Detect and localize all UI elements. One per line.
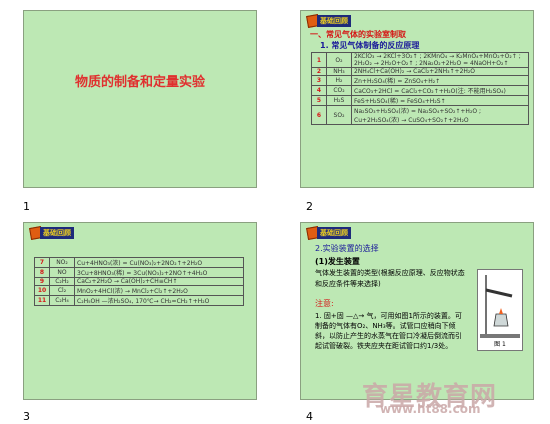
reaction-equation: 2KClO₃ → 2KCl+3O₂↑ ; 2KMnO₄ → K₂MnO₄+MnO… [351, 52, 529, 68]
badge-label: 基础回顾 [40, 227, 74, 239]
slide-2-subheading: 1. 常见气体制备的反应原理 [320, 41, 420, 50]
slide-2-heading: 一、常见气体的实验室制取 [310, 30, 406, 39]
table-row: 11 C₂H₄ C₂H₅OH —浓H₂SO₄, 170℃→ CH₂=CH₂↑+H₂O [34, 295, 244, 306]
apparatus-icon [480, 275, 520, 338]
row-index: 5 [311, 95, 327, 106]
gas-name: C₂H₄ [49, 295, 75, 306]
reaction-equation: FeS+H₂SO₄(稀) = FeSO₄+H₂S↑ [351, 95, 529, 106]
reaction-equation: 2NH₄Cl+Ca(OH)₂ → CaCl₂+2NH₃↑+2H₂O [351, 67, 529, 76]
gas-name: NO₂ [49, 257, 75, 268]
slide-1-thumbnail[interactable]: 物质的制备和定量实验 [23, 10, 257, 188]
row-index: 3 [311, 75, 327, 86]
row-index: 4 [311, 85, 327, 96]
slide-3-thumbnail[interactable]: 基础回顾 7 NO₂ Cu+4HNO₃(浓) = Cu(NO₃)₂+2NO₂↑+2H… [23, 222, 257, 400]
row-index: 10 [34, 285, 50, 296]
slide-4-number: 4 [306, 410, 313, 423]
table-row: 6 SO₂ Na₂SO₃+H₂SO₄(浓) = Na₂SO₄+SO₂↑+H₂O ; … [311, 105, 529, 125]
table-row: 1 O₂ 2KClO₃ → 2KCl+3O₂↑ ; 2KMnO₄ → K₂MnO₄+… [311, 52, 529, 68]
badge-label: 基础回顾 [317, 227, 351, 239]
slide-4-subheading: (1)发生装置 [315, 257, 360, 266]
gas-table-1: 1 O₂ 2KClO₃ → 2KCl+3O₂↑ ; 2KMnO₄ → K₂MnO₄+… [311, 52, 529, 125]
gas-name: C₂H₂ [49, 277, 75, 286]
gas-name: H₂S [326, 95, 352, 106]
gas-name: O₂ [326, 52, 352, 68]
slide-4-note: 注意: [315, 299, 334, 308]
reaction-equation: C₂H₅OH —浓H₂SO₄, 170℃→ CH₂=CH₂↑+H₂O [74, 295, 244, 306]
table-row: 5 H₂S FeS+H₂SO₄(稀) = FeSO₄+H₂S↑ [311, 95, 529, 106]
slide-4-heading: 2.实验装置的选择 [315, 244, 379, 253]
slide-2-thumbnail[interactable]: 基础回顾 一、常见气体的实验室制取 1. 常见气体制备的反应原理 1 O₂ 2KCl… [300, 10, 534, 188]
table-row: 8 NO 3Cu+8HNO₃(稀) = 3Cu(NO₃)₂+2NO↑+4H₂O [34, 267, 244, 278]
gas-name: Cl₂ [49, 285, 75, 296]
reaction-equation: Cu+4HNO₃(浓) = Cu(NO₃)₂+2NO₂↑+2H₂O [74, 257, 244, 268]
reaction-equation: CaCO₃+2HCl = CaCl₂+CO₂↑+H₂O(注: 不能用H₂SO₄) [351, 85, 529, 96]
figure-caption: 图 1 [494, 341, 506, 348]
slide-2-number: 2 [306, 200, 313, 213]
row-index: 9 [34, 277, 50, 286]
slide-1-number: 1 [23, 200, 30, 213]
slide-1-title: 物质的制备和定量实验 [74, 75, 205, 90]
slide-4-body: 1. 固+固 —△→ 气，可用如图1所示的装置。可制备的气体有O₂、NH₃等。试… [315, 312, 462, 350]
gas-name: SO₂ [326, 105, 352, 125]
watermark-url: www.ht88.com [380, 402, 481, 416]
row-index: 7 [34, 257, 50, 268]
slide-4-thumbnail[interactable]: 基础回顾 2.实验装置的选择 (1)发生装置 气体发生装置的类型(根据反应原理、… [300, 222, 534, 400]
row-index: 2 [311, 67, 327, 76]
table-row: 7 NO₂ Cu+4HNO₃(浓) = Cu(NO₃)₂+2NO₂↑+2H₂O [34, 257, 244, 268]
row-index: 1 [311, 52, 327, 68]
gas-name: NH₃ [326, 67, 352, 76]
gas-name: NO [49, 267, 75, 278]
table-row: 9 C₂H₂ CaC₂+2H₂O → Ca(OH)₂+CH≡CH↑ [34, 277, 244, 286]
badge-label: 基础回顾 [317, 15, 351, 27]
table-row: 4 CO₂ CaCO₃+2HCl = CaCl₂+CO₂↑+H₂O(注: 不能用H₂… [311, 85, 529, 96]
reaction-equation: Zn+H₂SO₄(稀) = ZnSO₄+H₂↑ [351, 75, 529, 86]
reaction-equation: 3Cu+8HNO₃(稀) = 3Cu(NO₃)₂+2NO↑+4H₂O [74, 267, 244, 278]
reaction-equation: Na₂SO₃+H₂SO₄(浓) = Na₂SO₄+SO₂↑+H₂O ; Cu+2… [351, 105, 529, 125]
slide-3-number: 3 [23, 410, 30, 423]
apparatus-figure: 图 1 [477, 269, 523, 351]
row-index: 8 [34, 267, 50, 278]
gas-name: CO₂ [326, 85, 352, 96]
gas-name: H₂ [326, 75, 352, 86]
reaction-equation: MnO₂+4HCl(浓) → MnCl₂+Cl₂↑+2H₂O [74, 285, 244, 296]
row-index: 6 [311, 105, 327, 125]
slide-4-paragraph: 气体发生装置的类型(根据反应原理、反应物状态和反应条件等来选择) [315, 269, 465, 288]
table-row: 10 Cl₂ MnO₂+4HCl(浓) → MnCl₂+Cl₂↑+2H₂O [34, 285, 244, 296]
table-row: 3 H₂ Zn+H₂SO₄(稀) = ZnSO₄+H₂↑ [311, 75, 529, 86]
table-row: 2 NH₃ 2NH₄Cl+Ca(OH)₂ → CaCl₂+2NH₃↑+2H₂O [311, 67, 529, 76]
gas-table-2: 7 NO₂ Cu+4HNO₃(浓) = Cu(NO₃)₂+2NO₂↑+2H₂O 8 NO… [34, 257, 244, 306]
reaction-equation: CaC₂+2H₂O → Ca(OH)₂+CH≡CH↑ [74, 277, 244, 286]
row-index: 11 [34, 295, 50, 306]
